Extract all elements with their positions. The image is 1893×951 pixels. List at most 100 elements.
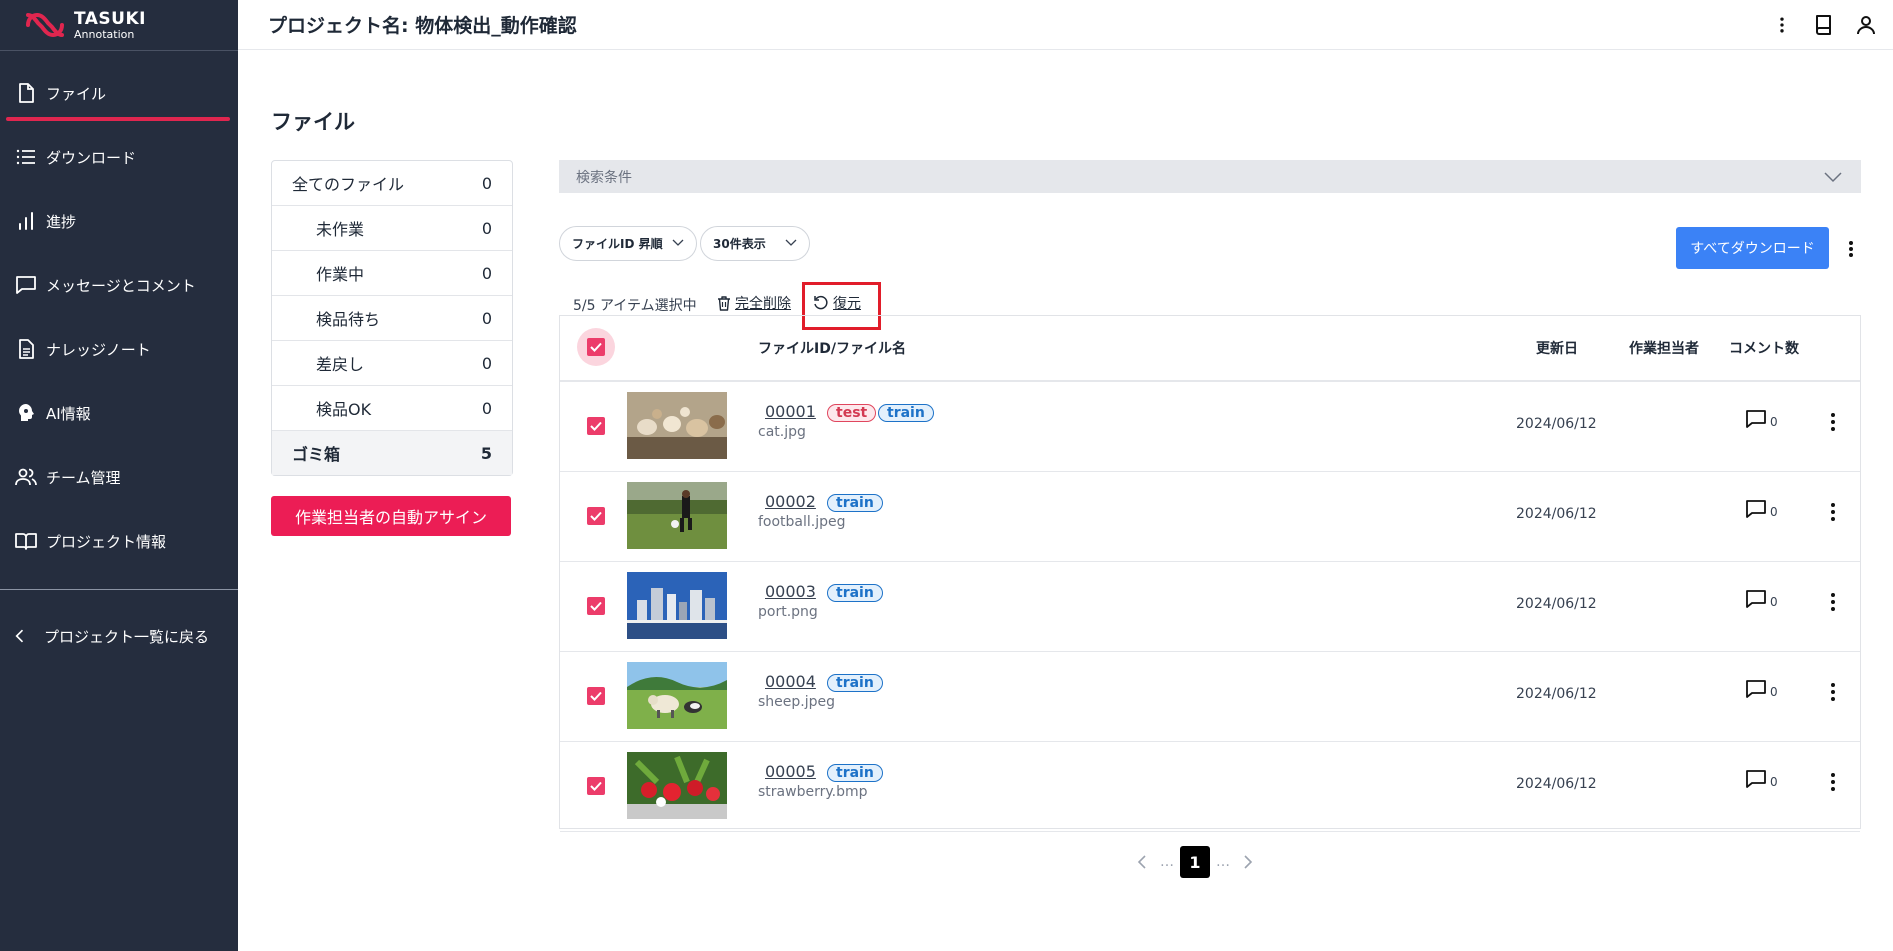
comment-icon [1746, 680, 1766, 698]
filter-count: 5 [480, 443, 492, 463]
filter-trash[interactable]: ゴミ箱 5 [272, 431, 512, 475]
file-thumbnail[interactable] [627, 662, 727, 729]
updated-date: 2024/06/12 [1516, 416, 1597, 432]
comment-count[interactable]: 0 [1745, 589, 1778, 609]
file-id-link[interactable]: 00001 [765, 402, 816, 421]
sidebar-item-team[interactable]: チーム管理 [0, 445, 238, 509]
sidebar-item-files[interactable]: ファイル [0, 61, 238, 125]
check-icon [590, 342, 602, 352]
file-id-link[interactable]: 00003 [765, 582, 816, 601]
comment-count-value: 0 [1770, 595, 1778, 609]
comment-count[interactable]: 0 [1745, 499, 1778, 519]
next-page-button[interactable] [1236, 850, 1260, 874]
page-size-select[interactable]: 30件表示 [700, 226, 810, 261]
table-row[interactable]: 00004 train sheep.jpeg 2024/06/12 0 [560, 651, 1860, 742]
row-checkbox[interactable] [577, 677, 615, 715]
more-menu-button[interactable] [1763, 6, 1801, 44]
file-thumbnail[interactable] [627, 482, 727, 549]
file-thumbnail[interactable] [627, 752, 727, 819]
row-more-button[interactable] [1823, 769, 1843, 795]
filter-label: 検品OK [316, 400, 372, 419]
comment-count[interactable]: 0 [1745, 409, 1778, 429]
updated-date: 2024/06/12 [1516, 776, 1597, 792]
filter-review-ok[interactable]: 検品OK 0 [272, 386, 512, 431]
column-header-assignee: 作業担当者 [1629, 341, 1699, 357]
row-more-button[interactable] [1823, 679, 1843, 705]
comment-count[interactable]: 0 [1745, 769, 1778, 789]
logo-title: TASUKI [74, 8, 146, 29]
select-all-checkbox[interactable] [577, 328, 615, 366]
row-more-button[interactable] [1823, 589, 1843, 615]
sidebar-item-label: ダウンロード [46, 148, 137, 167]
file-id-link[interactable]: 00002 [765, 492, 816, 511]
file-thumbnail[interactable] [627, 572, 727, 639]
table-row[interactable]: 00003 train port.png 2024/06/12 0 [560, 561, 1860, 652]
chevron-left-icon [15, 629, 24, 643]
filter-not-started[interactable]: 未作業 0 [272, 206, 512, 251]
row-more-button[interactable] [1823, 499, 1843, 525]
sidebar-item-label: チーム管理 [46, 468, 121, 487]
auto-assign-button[interactable]: 作業担当者の自動アサイン [271, 496, 511, 536]
file-id-link[interactable]: 00005 [765, 762, 816, 781]
sidebar-item-knowledge[interactable]: ナレッジノート [0, 317, 238, 381]
back-label: プロジェクト一覧に戻る [44, 627, 210, 646]
back-to-projects-link[interactable]: プロジェクト一覧に戻る [0, 604, 238, 668]
document-icon [19, 339, 34, 359]
sidebar-item-label: 進捗 [46, 212, 77, 231]
row-more-button[interactable] [1823, 409, 1843, 435]
sidebar-item-progress[interactable]: 進捗 [0, 189, 238, 253]
prev-page-button[interactable] [1130, 850, 1154, 874]
current-page-button[interactable]: 1 [1180, 846, 1210, 878]
tag-badge: train [827, 674, 883, 692]
project-title: プロジェクト名: 物体検出_動作確認 [268, 15, 577, 37]
tag-badge: train [878, 404, 934, 422]
row-checkbox[interactable] [577, 407, 615, 445]
sidebar-item-download[interactable]: ダウンロード [0, 125, 238, 189]
page-size-value: 30件表示 [713, 237, 766, 251]
user-icon [1857, 15, 1875, 34]
table-row[interactable]: 00002 train football.jpeg 2024/06/12 0 [560, 471, 1860, 562]
filter-returned[interactable]: 差戻し 0 [272, 341, 512, 386]
pagination-ellipsis: … [1160, 854, 1174, 870]
filter-count: 0 [481, 173, 492, 193]
sidebar-item-project-info[interactable]: プロジェクト情報 [0, 509, 238, 573]
sidebar: TASUKI Annotation ファイル ダウンロード 進捗 メッセージとコ… [0, 0, 238, 951]
row-checkbox[interactable] [577, 497, 615, 535]
comment-count[interactable]: 0 [1745, 679, 1778, 699]
table-row[interactable]: 00005 train strawberry.bmp 2024/06/12 0 [560, 741, 1860, 832]
users-icon [15, 468, 37, 486]
permanent-delete-button[interactable]: 完全削除 [717, 293, 791, 313]
table-header: ファイルID/ファイル名 更新日 作業担当者 コメント数 [560, 316, 1860, 382]
check-icon [590, 511, 602, 521]
check-icon [590, 421, 602, 431]
download-all-button[interactable]: すべてダウンロード [1676, 227, 1829, 269]
chevron-down-icon [1824, 171, 1842, 182]
chevron-down-icon [785, 239, 797, 246]
tag-badge: train [827, 494, 883, 512]
sidebar-item-messages[interactable]: メッセージとコメント [0, 253, 238, 317]
sort-select[interactable]: ファイルID 昇順 [559, 226, 697, 261]
search-conditions-toggle[interactable]: 検索条件 [559, 160, 1861, 193]
comment-count-value: 0 [1770, 775, 1778, 789]
table-row[interactable]: 00001 test train cat.jpg 2024/06/12 0 [560, 381, 1860, 472]
updated-date: 2024/06/12 [1516, 686, 1597, 702]
filter-in-progress[interactable]: 作業中 0 [272, 251, 512, 296]
check-icon [590, 601, 602, 611]
account-button[interactable] [1847, 6, 1885, 44]
file-thumbnail[interactable] [627, 392, 727, 459]
filter-awaiting-review[interactable]: 検品待ち 0 [272, 296, 512, 341]
kebab-icon [1831, 503, 1835, 521]
app-logo[interactable]: TASUKI Annotation [0, 0, 238, 51]
tag-badge: train [827, 584, 883, 602]
comment-count-value: 0 [1770, 415, 1778, 429]
row-checkbox[interactable] [577, 587, 615, 625]
filter-label: 全てのファイル [292, 175, 405, 194]
filter-label: 差戻し [316, 355, 365, 374]
download-more-button[interactable] [1839, 236, 1863, 262]
manual-button[interactable] [1805, 6, 1843, 44]
file-table: ファイルID/ファイル名 更新日 作業担当者 コメント数 00001 test … [559, 315, 1861, 832]
filter-all-files[interactable]: 全てのファイル 0 [272, 161, 512, 206]
row-checkbox[interactable] [577, 767, 615, 805]
sidebar-item-ai-info[interactable]: AI情報 [0, 381, 238, 445]
file-id-link[interactable]: 00004 [765, 672, 816, 691]
